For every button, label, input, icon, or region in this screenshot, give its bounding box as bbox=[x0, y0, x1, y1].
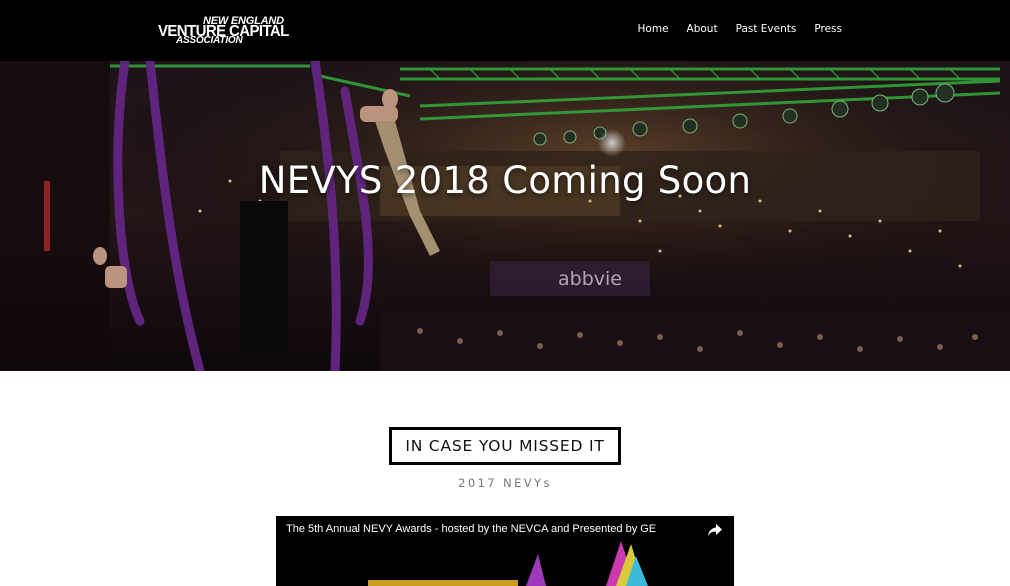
logo-line-3: ASSOCIATION bbox=[176, 35, 243, 46]
section-heading-box: IN CASE YOU MISSED IT bbox=[389, 427, 621, 465]
hero-title: NEVYS 2018 Coming Soon bbox=[258, 159, 752, 202]
nav-home[interactable]: Home bbox=[638, 23, 669, 35]
section-subheading: 2017 NEVYs bbox=[458, 476, 552, 490]
site-logo[interactable]: NEW ENGLAND VENTURE CAPITAL ASSOCIATION bbox=[158, 15, 289, 46]
site-header: NEW ENGLAND VENTURE CAPITAL ASSOCIATION … bbox=[0, 0, 1010, 61]
nav-press[interactable]: Press bbox=[814, 23, 842, 35]
main-nav: Home About Past Events Press bbox=[620, 23, 842, 35]
video-title: The 5th Annual NEVY Awards - hosted by t… bbox=[286, 523, 657, 535]
section-heading: IN CASE YOU MISSED IT bbox=[405, 437, 605, 455]
hero-background-image: abbvie bbox=[0, 61, 1010, 371]
video-embed[interactable]: The 5th Annual NEVY Awards - hosted by t… bbox=[276, 516, 734, 586]
nav-about[interactable]: About bbox=[687, 23, 718, 35]
hero-banner: abbvie NEVYS 2018 Coming Soon bbox=[0, 61, 1010, 371]
share-icon[interactable] bbox=[708, 524, 722, 536]
nav-past-events[interactable]: Past Events bbox=[736, 23, 797, 35]
